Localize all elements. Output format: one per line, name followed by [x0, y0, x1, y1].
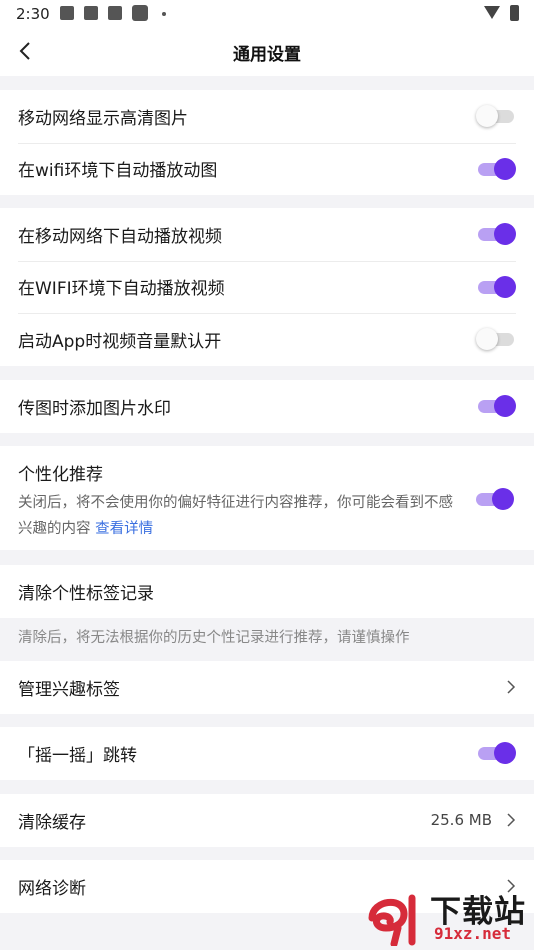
status-bar: 2:30: [0, 0, 534, 28]
clear-cache-row[interactable]: 清除缓存 25.6 MB: [0, 794, 534, 847]
toggle-switch[interactable]: [474, 487, 514, 511]
settings-group-video: 在移动网络下自动播放视频 在WIFI环境下自动播放视频 启动App时视频音量默认…: [0, 208, 534, 366]
setting-description: 关闭后，将不会使用你的偏好特征进行内容推荐，你可能会看到不感兴趣的内容 查看详情: [18, 490, 458, 542]
description-text: 关闭后，将不会使用你的偏好特征进行内容推荐，你可能会看到不感兴趣的内容: [18, 495, 453, 537]
setting-row-autoplay-mobile: 在移动网络下自动播放视频: [0, 208, 534, 261]
setting-label: 在移动网络下自动播放视频: [18, 226, 222, 247]
toggle-switch[interactable]: [476, 222, 516, 246]
setting-row-autoplay-gif: 在wifi环境下自动播放动图: [0, 142, 534, 196]
status-time: 2:30: [16, 5, 50, 23]
toggle-switch[interactable]: [476, 104, 516, 128]
setting-row-hd-images: 移动网络显示高清图片: [0, 90, 534, 143]
setting-label: 启动App时视频音量默认开: [18, 331, 222, 352]
91-logo: [368, 894, 416, 946]
setting-label: 在wifi环境下自动播放动图: [18, 161, 218, 182]
notification-square-icon: [60, 6, 74, 20]
manage-interest-tags-row[interactable]: 管理兴趣标签: [0, 661, 534, 714]
dot-icon: [162, 12, 166, 16]
settings-group-images: 移动网络显示高清图片 在wifi环境下自动播放动图: [0, 90, 534, 195]
settings-group-cache: 清除缓存 25.6 MB: [0, 794, 534, 847]
chevron-right-icon: [507, 680, 516, 694]
page-title: 通用设置: [233, 45, 301, 65]
setting-row-shake-jump: 「摇一摇」跳转: [0, 727, 534, 780]
setting-label: 个性化推荐: [18, 465, 103, 485]
setting-label: 移动网络显示高清图片: [18, 108, 188, 129]
watermark-url: 91xz.net: [434, 924, 512, 943]
setting-label: 「摇一摇」跳转: [18, 745, 137, 766]
site-watermark: 下载站 91xz.net: [364, 884, 534, 950]
notification-square-icon: [84, 6, 98, 20]
notification-square-icon: [108, 6, 122, 20]
toggle-switch[interactable]: [476, 394, 516, 418]
clear-tags-tip: 清除后，将无法根据你的历史个性记录进行推荐，请谨慎操作: [18, 630, 410, 646]
cache-size: 25.6 MB: [430, 811, 492, 830]
setting-label: 清除缓存: [18, 812, 86, 833]
toggle-switch[interactable]: [476, 275, 516, 299]
toggle-switch[interactable]: [476, 741, 516, 765]
battery-icon: [510, 5, 519, 21]
notification-square-icon: [132, 5, 148, 21]
settings-group-clear-tags: 清除个性标签记录: [0, 565, 534, 618]
setting-row-image-watermark: 传图时添加图片水印: [0, 380, 534, 433]
setting-row-volume-default: 启动App时视频音量默认开: [0, 313, 534, 366]
settings-group-shake: 「摇一摇」跳转: [0, 727, 534, 780]
setting-row-personalized: 个性化推荐 关闭后，将不会使用你的偏好特征进行内容推荐，你可能会看到不感兴趣的内…: [0, 446, 534, 550]
chevron-right-icon: [507, 813, 516, 827]
clear-tags-button[interactable]: 清除个性标签记录: [0, 565, 534, 618]
setting-label: 清除个性标签记录: [18, 583, 154, 604]
setting-label: 传图时添加图片水印: [18, 398, 171, 419]
wifi-icon: [484, 6, 500, 19]
setting-label: 管理兴趣标签: [18, 679, 120, 700]
nav-bar: 通用设置: [0, 28, 534, 76]
toggle-switch[interactable]: [476, 157, 516, 181]
settings-group-interest: 管理兴趣标签: [0, 661, 534, 714]
toggle-switch[interactable]: [476, 327, 516, 351]
setting-row-autoplay-wifi: 在WIFI环境下自动播放视频: [0, 260, 534, 314]
view-details-link[interactable]: 查看详情: [95, 521, 153, 537]
setting-label: 在WIFI环境下自动播放视频: [18, 279, 225, 300]
settings-group-watermark: 传图时添加图片水印: [0, 380, 534, 433]
